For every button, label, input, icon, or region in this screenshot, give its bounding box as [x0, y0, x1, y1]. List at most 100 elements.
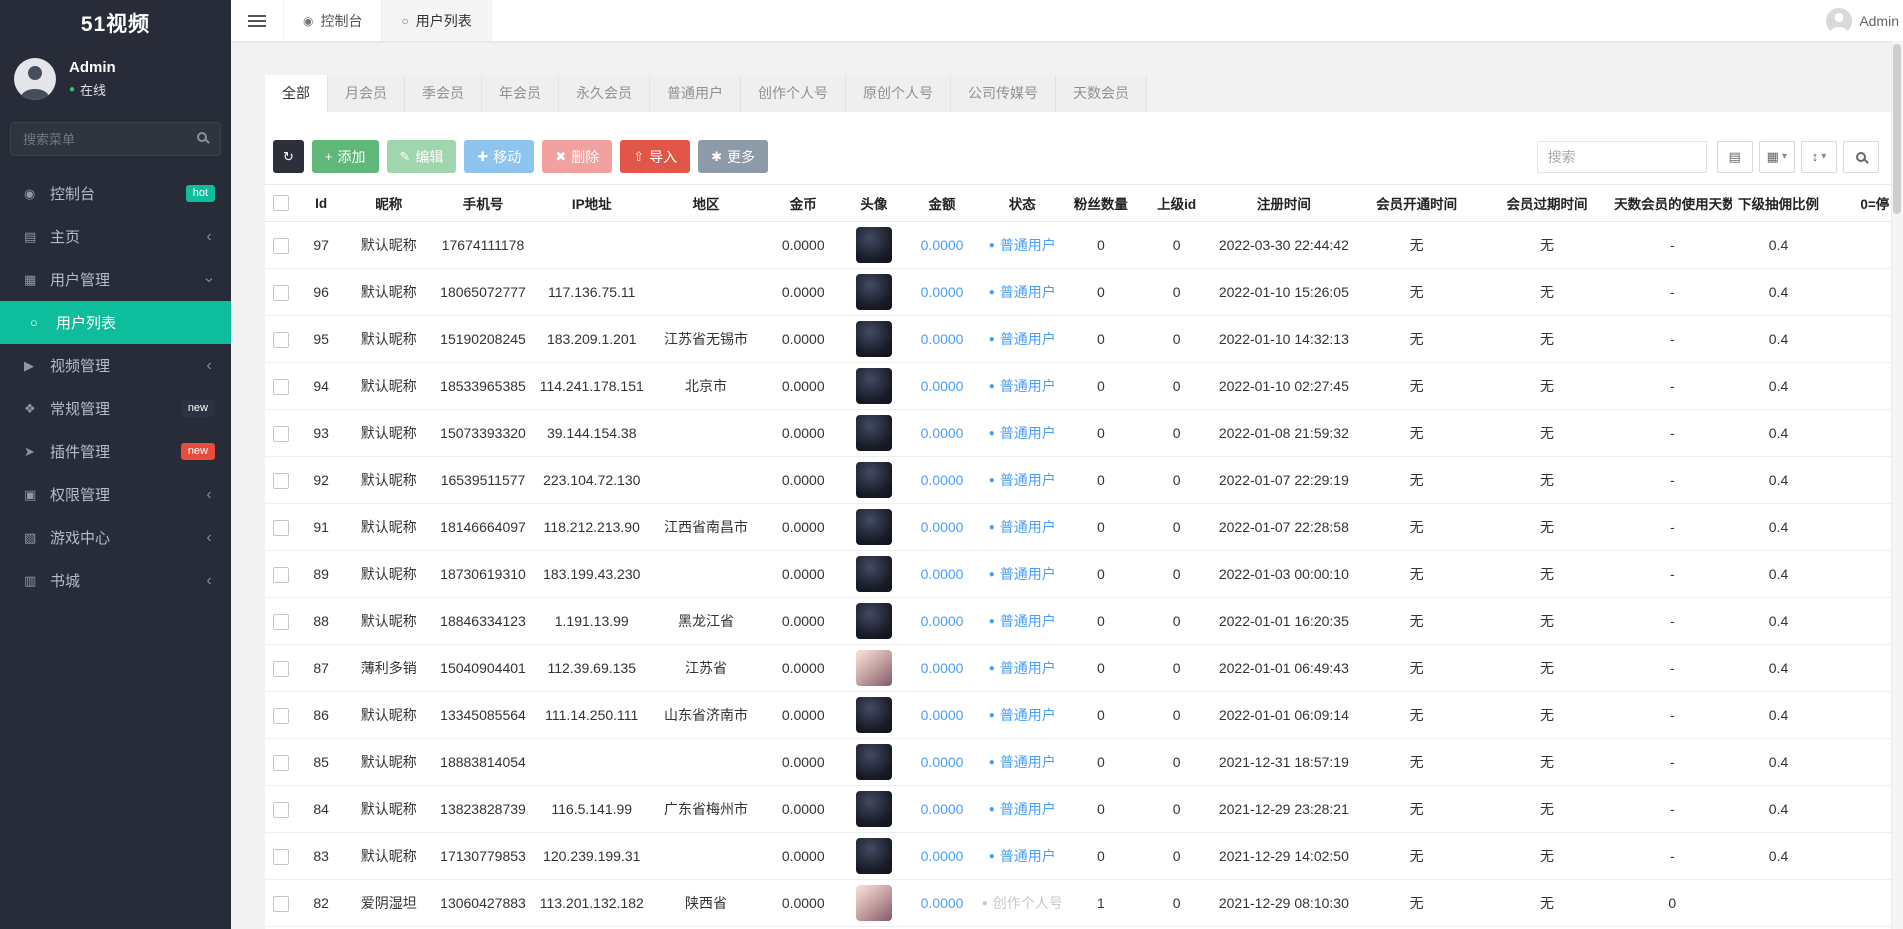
filter-tab-1[interactable]: 月会员	[328, 75, 405, 112]
sort-view-button[interactable]: ↕▾	[1801, 141, 1837, 173]
topbar-user[interactable]: Admin	[1826, 0, 1901, 41]
cell-amount-link[interactable]: 0.0000	[921, 660, 964, 676]
scrollbar-thumb[interactable]	[1893, 44, 1901, 214]
avatar-image[interactable]	[856, 556, 892, 592]
row-checkbox[interactable]	[273, 238, 289, 254]
import-button[interactable]: ⇧ 导入	[620, 140, 690, 173]
sidebar-item-plugin-manage[interactable]: ➤ 插件管理 new	[0, 430, 231, 473]
status-badge[interactable]: ● 创作个人号	[982, 893, 1063, 913]
status-badge[interactable]: ● 普通用户	[989, 235, 1056, 255]
row-checkbox[interactable]	[273, 614, 289, 630]
filter-tab-4[interactable]: 永久会员	[559, 75, 650, 112]
avatar-image[interactable]	[856, 368, 892, 404]
row-checkbox[interactable]	[273, 473, 289, 489]
sidebar-item-game-center[interactable]: ▧ 游戏中心	[0, 516, 231, 559]
list-view-button[interactable]: ▤	[1717, 141, 1753, 173]
status-badge[interactable]: ● 普通用户	[989, 658, 1056, 678]
status-badge[interactable]: ● 普通用户	[989, 376, 1056, 396]
status-badge[interactable]: ● 普通用户	[989, 846, 1056, 866]
filter-tab-9[interactable]: 天数会员	[1056, 75, 1147, 112]
row-checkbox[interactable]	[273, 755, 289, 771]
avatar-image[interactable]	[856, 227, 892, 263]
cell-amount-link[interactable]: 0.0000	[921, 472, 964, 488]
cell-amount-link[interactable]: 0.0000	[921, 331, 964, 347]
sidebar-item-console[interactable]: ◉ 控制台 hot	[0, 172, 231, 215]
avatar-image[interactable]	[856, 274, 892, 310]
move-button[interactable]: ✚ 移动	[464, 140, 534, 173]
row-checkbox[interactable]	[273, 285, 289, 301]
avatar-image[interactable]	[856, 321, 892, 357]
cell-amount-link[interactable]: 0.0000	[921, 613, 964, 629]
avatar-image[interactable]	[856, 509, 892, 545]
status-badge[interactable]: ● 普通用户	[989, 752, 1056, 772]
row-checkbox[interactable]	[273, 661, 289, 677]
delete-button[interactable]: ✖ 删除	[542, 140, 612, 173]
row-checkbox[interactable]	[273, 708, 289, 724]
row-checkbox[interactable]	[273, 567, 289, 583]
status-badge[interactable]: ● 普通用户	[989, 282, 1056, 302]
cell-amount-link[interactable]: 0.0000	[921, 895, 964, 911]
admin-avatar[interactable]	[14, 58, 56, 100]
row-checkbox[interactable]	[273, 520, 289, 536]
top-tab-1[interactable]: ○ 用户列表	[382, 0, 491, 41]
status-badge[interactable]: ● 普通用户	[989, 329, 1056, 349]
status-badge[interactable]: ● 普通用户	[989, 470, 1056, 490]
avatar-image[interactable]	[856, 415, 892, 451]
status-badge[interactable]: ● 普通用户	[989, 423, 1056, 443]
menu-search-input[interactable]	[10, 122, 221, 156]
sidebar-item-user-manage[interactable]: ▦ 用户管理	[0, 258, 231, 301]
search-button[interactable]	[1843, 141, 1879, 173]
filter-tab-2[interactable]: 季会员	[405, 75, 482, 112]
cell-amount-link[interactable]: 0.0000	[921, 566, 964, 582]
refresh-button[interactable]: ↻	[273, 140, 304, 173]
avatar-image[interactable]	[856, 650, 892, 686]
select-all-checkbox[interactable]	[273, 195, 289, 211]
row-checkbox[interactable]	[273, 896, 289, 912]
sidebar-item-general-manage[interactable]: ❖ 常规管理 new	[0, 387, 231, 430]
filter-tab-3[interactable]: 年会员	[482, 75, 559, 112]
row-checkbox[interactable]	[273, 802, 289, 818]
row-checkbox[interactable]	[273, 426, 289, 442]
cell-amount-link[interactable]: 0.0000	[921, 848, 964, 864]
vertical-scrollbar[interactable]	[1891, 41, 1903, 929]
filter-tab-0[interactable]: 全部	[265, 75, 328, 112]
avatar-image[interactable]	[856, 697, 892, 733]
sidebar-item-user-list[interactable]: ○ 用户列表	[0, 301, 231, 344]
status-badge[interactable]: ● 普通用户	[989, 517, 1056, 537]
row-checkbox[interactable]	[273, 849, 289, 865]
sidebar-item-video-manage[interactable]: ▶ 视频管理	[0, 344, 231, 387]
avatar-image[interactable]	[856, 603, 892, 639]
top-tab-0[interactable]: ◉ 控制台	[283, 0, 382, 41]
table-search-input[interactable]	[1537, 141, 1707, 173]
cell-amount-link[interactable]: 0.0000	[921, 284, 964, 300]
cell-amount-link[interactable]: 0.0000	[921, 707, 964, 723]
cell-amount-link[interactable]: 0.0000	[921, 754, 964, 770]
edit-button[interactable]: ✎ 编辑	[387, 140, 457, 173]
cell-amount-link[interactable]: 0.0000	[921, 237, 964, 253]
avatar-image[interactable]	[856, 744, 892, 780]
avatar-image[interactable]	[856, 838, 892, 874]
row-checkbox[interactable]	[273, 379, 289, 395]
cell-amount-link[interactable]: 0.0000	[921, 378, 964, 394]
more-button[interactable]: ✱ 更多	[698, 140, 768, 173]
status-badge[interactable]: ● 普通用户	[989, 799, 1056, 819]
menu-toggle-button[interactable]	[231, 0, 283, 41]
avatar-image[interactable]	[856, 885, 892, 921]
filter-tab-6[interactable]: 创作个人号	[741, 75, 846, 112]
filter-tab-8[interactable]: 公司传媒号	[951, 75, 1056, 112]
sidebar-item-auth-manage[interactable]: ▣ 权限管理	[0, 473, 231, 516]
cell-amount-link[interactable]: 0.0000	[921, 425, 964, 441]
sidebar-item-book-city[interactable]: ▥ 书城	[0, 559, 231, 602]
status-badge[interactable]: ● 普通用户	[989, 564, 1056, 584]
grid-view-button[interactable]: ▦▾	[1759, 141, 1795, 173]
status-badge[interactable]: ● 普通用户	[989, 611, 1056, 631]
filter-tab-7[interactable]: 原创个人号	[846, 75, 951, 112]
filter-tab-5[interactable]: 普通用户	[650, 75, 741, 112]
status-badge[interactable]: ● 普通用户	[989, 705, 1056, 725]
avatar-image[interactable]	[856, 462, 892, 498]
add-button[interactable]: + 添加	[312, 140, 379, 173]
cell-amount-link[interactable]: 0.0000	[921, 519, 964, 535]
cell-amount-link[interactable]: 0.0000	[921, 801, 964, 817]
sidebar-item-home[interactable]: ▤ 主页	[0, 215, 231, 258]
avatar-image[interactable]	[856, 791, 892, 827]
